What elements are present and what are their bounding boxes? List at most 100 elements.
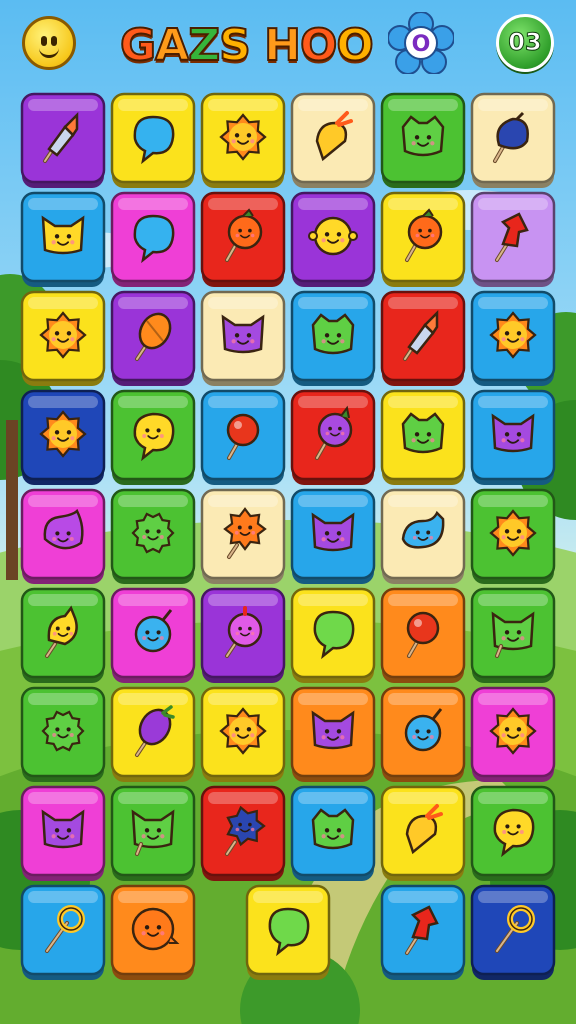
tile-blue-blob[interactable]	[110, 92, 196, 188]
tile-gloss	[28, 891, 98, 903]
tile-gloss	[388, 297, 458, 309]
tile-gloss	[118, 693, 188, 705]
tile-sun-face[interactable]	[200, 92, 286, 188]
tile-purple-cat-face[interactable]	[290, 488, 376, 584]
tile-red-pin[interactable]	[200, 389, 286, 485]
tile-sun-face[interactable]	[470, 686, 556, 782]
tile-gloss	[388, 99, 458, 111]
tile-green-blob-face[interactable]	[380, 389, 466, 485]
tile-sun-pin-face[interactable]	[200, 488, 286, 584]
tile-purple-pin[interactable]	[110, 686, 196, 782]
sun-face-icon	[489, 707, 537, 755]
tile-gloss	[388, 792, 458, 804]
tile-orange-balloon-pin[interactable]	[110, 290, 196, 386]
tile-blue-balloon-face[interactable]	[380, 686, 466, 782]
tile-gloss	[478, 396, 548, 408]
tile-gloss	[298, 693, 368, 705]
tile-blue-blob[interactable]	[110, 191, 196, 287]
tile-gloss	[208, 693, 278, 705]
tile-green-cat-face[interactable]	[110, 785, 196, 881]
tile-gloss	[388, 198, 458, 210]
sun-face-icon	[39, 410, 87, 458]
tile-gloss	[388, 396, 458, 408]
tile-green-blob-face[interactable]	[290, 290, 376, 386]
tile-blue-blob-face[interactable]	[380, 488, 466, 584]
tile-green-blob-face[interactable]	[380, 92, 466, 188]
tile-gloss	[118, 792, 188, 804]
tile-gloss	[208, 198, 278, 210]
tile-gloss	[28, 198, 98, 210]
tile-sun-face[interactable]	[200, 686, 286, 782]
tile-gloss	[118, 297, 188, 309]
tile-red-pushpin[interactable]	[380, 884, 466, 980]
tile-yellow-cat-face[interactable]	[20, 191, 106, 287]
tile-yellow-face[interactable]	[290, 191, 376, 287]
tile-gloss	[208, 396, 278, 408]
sun-face-icon	[489, 509, 537, 557]
tile-gloss	[118, 396, 188, 408]
tile-gloss	[298, 198, 368, 210]
tile-gloss	[28, 792, 98, 804]
tile-pink-pin-face[interactable]	[200, 587, 286, 683]
tile-gloss	[28, 693, 98, 705]
green-blob-face-icon	[311, 313, 355, 355]
sun-face-icon	[219, 707, 267, 755]
game-board	[20, 92, 556, 980]
tile-gloss	[208, 297, 278, 309]
tile-navy-spiky-pin[interactable]	[200, 785, 286, 881]
tile-red-pushpin[interactable]	[470, 191, 556, 287]
tile-green-blob-face[interactable]	[290, 785, 376, 881]
tile-purple-blob-face[interactable]	[20, 488, 106, 584]
sun-face-icon	[219, 113, 267, 161]
tile-gloss	[388, 594, 458, 606]
tile-rocket-pin[interactable]	[380, 290, 466, 386]
tile-gloss	[208, 495, 278, 507]
tile-purple-cat-face[interactable]	[470, 389, 556, 485]
green-blob-face-icon	[311, 808, 355, 850]
tile-rocket-pin[interactable]	[20, 92, 106, 188]
tile-purple-pin-face[interactable]	[290, 389, 376, 485]
tile-green-cat-face[interactable]	[470, 587, 556, 683]
tile-carrot[interactable]	[380, 785, 466, 881]
sun-face-icon	[489, 311, 537, 359]
tile-gloss	[478, 693, 548, 705]
tile-sun-face[interactable]	[20, 389, 106, 485]
tile-key-pin[interactable]	[470, 884, 556, 980]
tile-key-pin[interactable]	[20, 884, 106, 980]
tile-gloss	[298, 495, 368, 507]
tile-blue-balloon-face[interactable]	[110, 587, 196, 683]
tile-purple-cat-face[interactable]	[200, 290, 286, 386]
tile-orange-pin-face[interactable]	[200, 191, 286, 287]
tile-green-blob[interactable]	[245, 884, 331, 980]
tile-orange-spiky-face[interactable]	[110, 884, 196, 980]
tile-gloss	[118, 891, 188, 903]
tile-purple-cat-face[interactable]	[290, 686, 376, 782]
tile-gloss	[478, 198, 548, 210]
tile-green-blob[interactable]	[290, 587, 376, 683]
tile-gloss	[28, 396, 98, 408]
tile-gloss	[118, 594, 188, 606]
tile-sun-face[interactable]	[20, 290, 106, 386]
tile-carrot[interactable]	[290, 92, 376, 188]
tile-purple-cat-face[interactable]	[20, 785, 106, 881]
tile-gloss	[478, 495, 548, 507]
tile-gloss	[298, 594, 368, 606]
tile-green-spiky-face[interactable]	[110, 488, 196, 584]
sun-face-icon	[39, 311, 87, 359]
tile-gloss	[478, 891, 548, 903]
tile-green-spiky-face[interactable]	[20, 686, 106, 782]
tile-red-pin[interactable]	[380, 587, 466, 683]
tile-gloss	[28, 594, 98, 606]
tile-gloss	[28, 99, 98, 111]
tile-gloss	[388, 495, 458, 507]
green-blob-face-icon	[401, 115, 445, 157]
tile-gloss	[298, 792, 368, 804]
tile-sun-face[interactable]	[470, 290, 556, 386]
tile-gloss	[478, 792, 548, 804]
tile-navy-bomb[interactable]	[470, 92, 556, 188]
tile-yellow-blob-face[interactable]	[110, 389, 196, 485]
tile-yellow-blob-face[interactable]	[470, 785, 556, 881]
tile-sun-face[interactable]	[470, 488, 556, 584]
tile-orange-pin-face[interactable]	[380, 191, 466, 287]
tile-yellow-pin-face[interactable]	[20, 587, 106, 683]
